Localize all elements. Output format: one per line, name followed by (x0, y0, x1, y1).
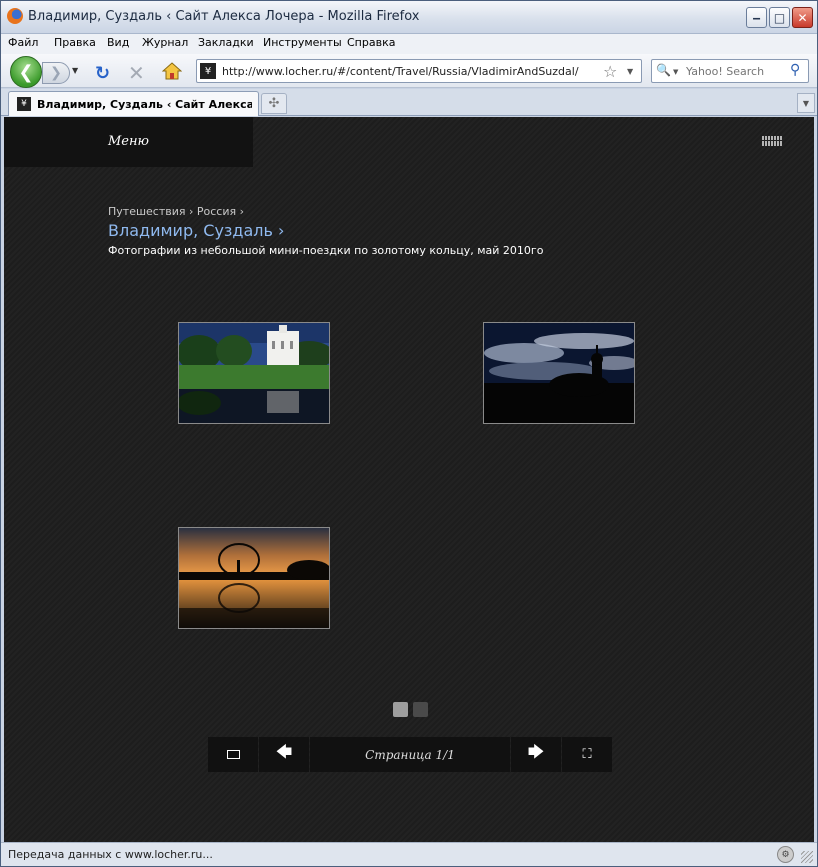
menu-history[interactable]: Журнал (142, 36, 188, 49)
photo-thumbnail-sunset-tree[interactable] (178, 527, 330, 629)
pager-dot-1[interactable] (393, 702, 408, 717)
browser-window: Владимир, Суздаль ‹ Сайт Алекса Лочера -… (0, 0, 818, 867)
menu-file[interactable]: Файл (8, 36, 38, 49)
menu-tools[interactable]: Инструменты (263, 36, 342, 49)
grid-view-icon[interactable] (762, 136, 782, 146)
reload-icon[interactable]: ↻ (95, 63, 110, 84)
resize-grip-icon[interactable] (801, 851, 813, 863)
prev-page-button[interactable]: 🡄 (259, 737, 309, 772)
single-view-icon (226, 750, 240, 759)
page-info: Страница 1/1 (310, 737, 510, 772)
menu-bookmarks[interactable]: Закладки (198, 36, 254, 49)
photo-thumbnail-church[interactable] (178, 322, 330, 424)
tab-title: Владимир, Суздаль ‹ Сайт Алекса Л... (37, 98, 252, 111)
firefox-icon (7, 8, 23, 24)
menu-help[interactable]: Справка (347, 36, 395, 49)
home-icon[interactable] (162, 62, 182, 80)
tab-favicon-icon: ¥ (17, 97, 31, 111)
pager-dot-2[interactable] (413, 702, 428, 717)
menu-bar: Файл Правка Вид Журнал Закладки Инструме… (1, 34, 817, 54)
search-engine-dropdown-icon[interactable]: ▼ (673, 68, 678, 76)
menu-view[interactable]: Вид (107, 36, 129, 49)
search-go-icon[interactable]: ⚲ (790, 62, 800, 78)
page-subtitle: Фотографии из небольшой мини-поездки по … (108, 244, 544, 257)
page-title[interactable]: Владимир, Суздаль › (108, 221, 284, 240)
history-dropdown-icon[interactable]: ▼ (72, 66, 78, 75)
tab-bar: ¥ Владимир, Суздаль ‹ Сайт Алекса Л... ✣… (1, 89, 817, 116)
title-bar[interactable]: Владимир, Суздаль ‹ Сайт Алекса Лочера -… (1, 1, 817, 34)
url-text[interactable]: http://www.locher.ru/#/content/Travel/Ru… (222, 65, 579, 78)
web-page: Меню Путешествия › Россия › Владимир, Су… (4, 117, 814, 842)
status-text: Передача данных с www.locher.ru... (8, 848, 213, 861)
tab-list-dropdown-icon[interactable]: ▼ (797, 93, 815, 113)
navigation-toolbar: ❮ ❯ ▼ ↻ ✕ ¥ http://www.locher.ru/#/conte… (1, 54, 817, 88)
search-input[interactable] (686, 63, 786, 79)
search-bar[interactable]: 🔍 ▼ ⚲ (651, 59, 809, 83)
close-button[interactable]: ✕ (792, 7, 813, 28)
breadcrumb-russia[interactable]: Россия › (197, 205, 244, 218)
status-bar: Передача данных с www.locher.ru... ⚙ (1, 842, 817, 866)
back-icon[interactable]: ❮ (10, 56, 42, 88)
site-favicon-icon: ¥ (200, 63, 216, 79)
next-page-button[interactable]: 🡆 (511, 737, 561, 772)
gallery-controls: 🡄 Страница 1/1 🡆 ⛶ (208, 737, 612, 772)
new-tab-button[interactable]: ✣ (261, 93, 287, 114)
tab-active[interactable]: ¥ Владимир, Суздаль ‹ Сайт Алекса Л... (8, 91, 259, 116)
site-menu-block[interactable]: Меню (4, 117, 253, 167)
photo-thumbnail-church-silhouette[interactable] (483, 322, 635, 424)
site-menu-label[interactable]: Меню (4, 134, 253, 149)
url-bar[interactable]: ¥ http://www.locher.ru/#/content/Travel/… (196, 59, 642, 83)
breadcrumb-travel[interactable]: Путешествия › (108, 205, 193, 218)
bookmark-star-icon[interactable]: ☆ (603, 62, 617, 81)
stop-icon[interactable]: ✕ (128, 61, 145, 85)
forward-icon[interactable]: ❯ (42, 62, 70, 84)
maximize-button[interactable]: □ (769, 7, 790, 28)
search-engine-icon[interactable]: 🔍 (656, 63, 671, 77)
menu-edit[interactable]: Правка (54, 36, 96, 49)
addon-status-icon[interactable]: ⚙ (777, 846, 794, 863)
window-title: Владимир, Суздаль ‹ Сайт Алекса Лочера -… (28, 9, 420, 24)
url-dropdown-icon[interactable]: ▼ (627, 67, 633, 76)
breadcrumb: Путешествия › Россия › (108, 205, 244, 218)
single-view-button[interactable] (208, 737, 258, 772)
minimize-button[interactable]: ‒ (746, 7, 767, 28)
fullscreen-button[interactable]: ⛶ (562, 737, 612, 772)
